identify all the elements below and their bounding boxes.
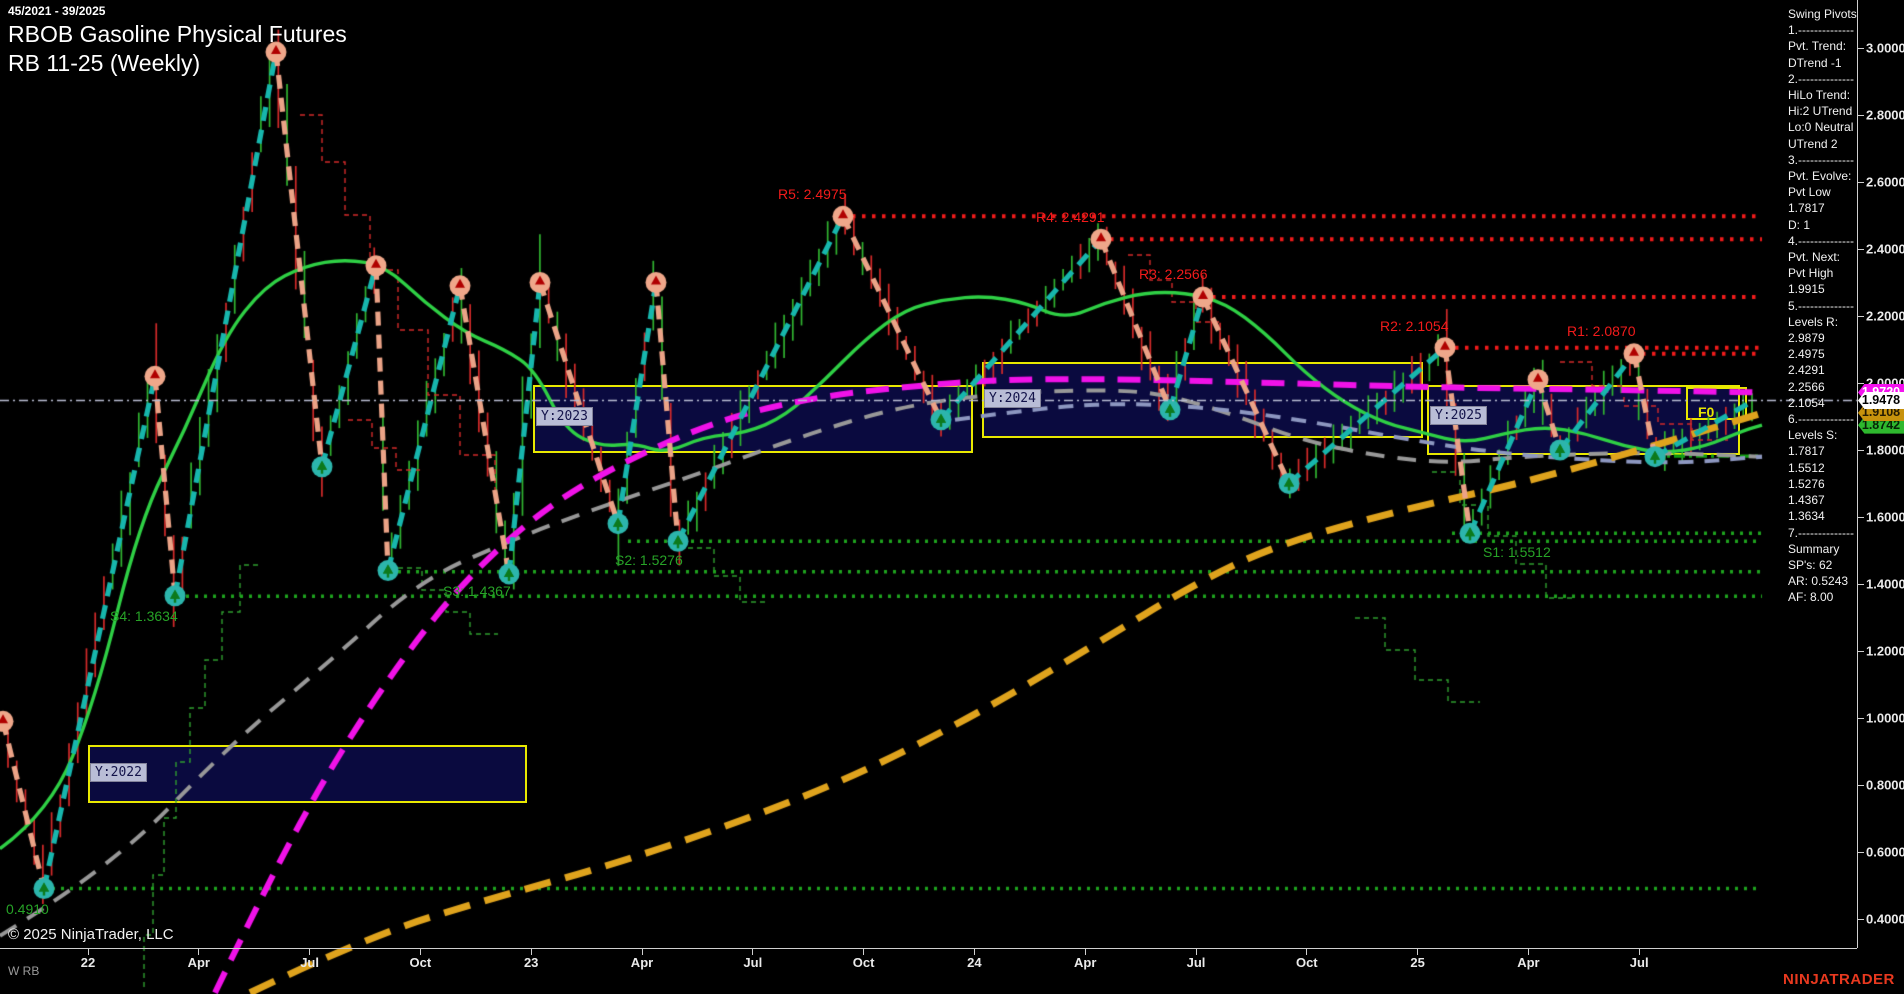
chart-window: 45/2021 - 39/2025 RBOB Gasoline Physical… xyxy=(0,0,1904,994)
chart-plot-area[interactable] xyxy=(0,0,1904,994)
